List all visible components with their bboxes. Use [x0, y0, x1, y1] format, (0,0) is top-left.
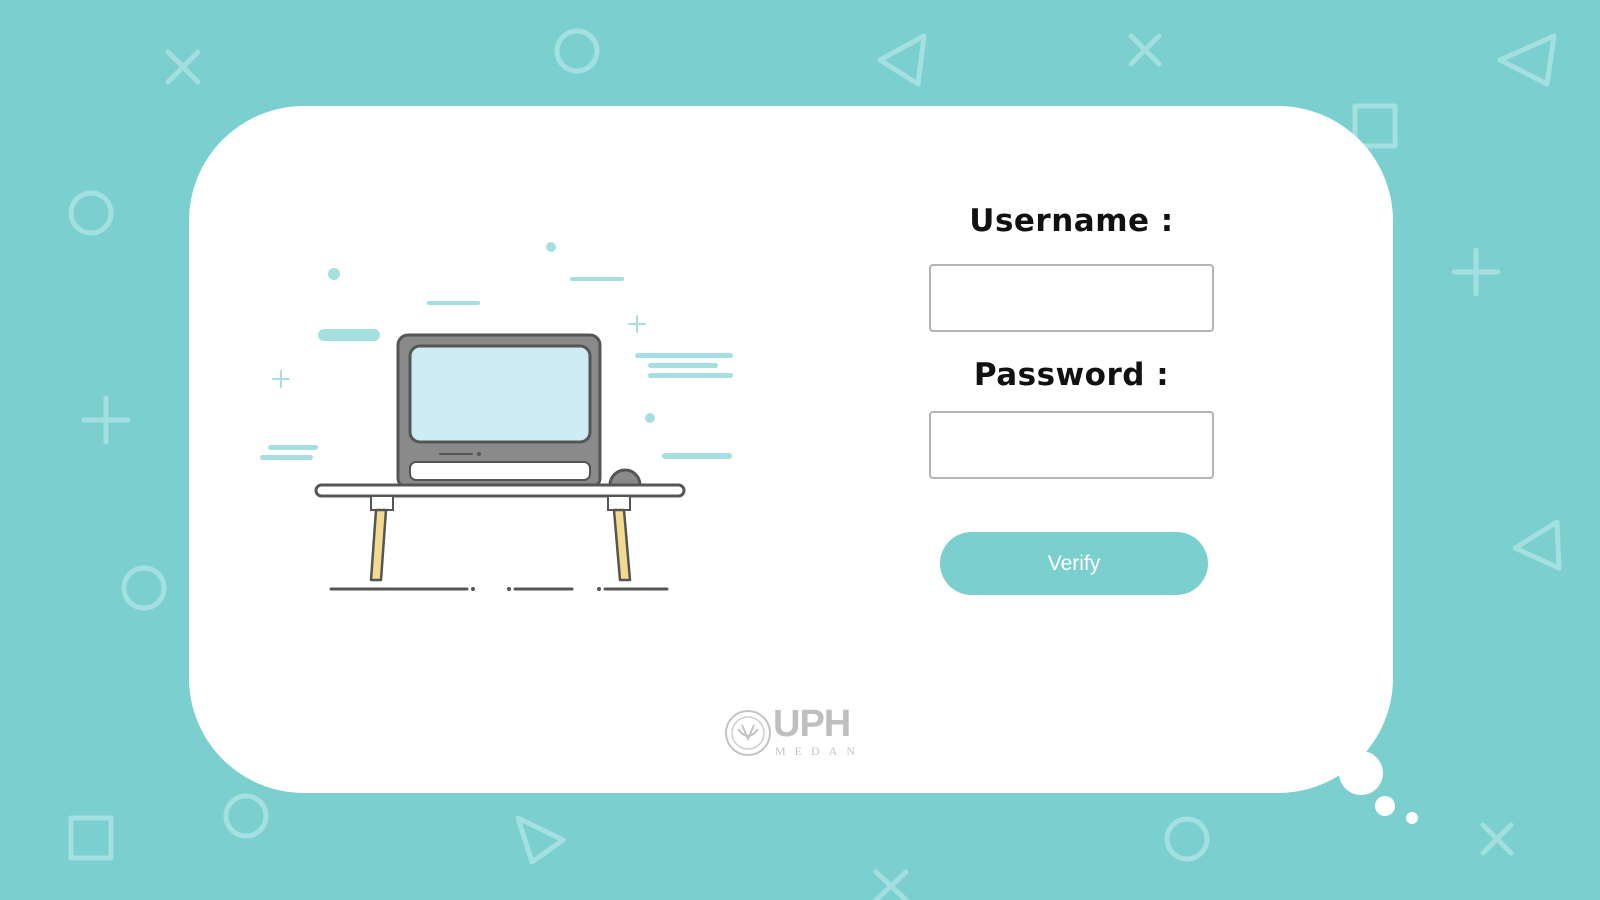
- password-label: Password :: [973, 357, 1170, 393]
- logo-text: UPH: [773, 703, 851, 745]
- logo-subtext: MEDAN: [775, 744, 864, 758]
- university-seal-icon: [725, 710, 771, 756]
- username-input[interactable]: [929, 264, 1214, 332]
- laptop-on-table-illustration: [260, 242, 733, 591]
- uph-medan-logo: UPH MEDAN: [724, 703, 860, 759]
- username-label: Username :: [969, 203, 1174, 239]
- verify-button[interactable]: Verify: [940, 532, 1208, 595]
- password-input[interactable]: [929, 411, 1214, 479]
